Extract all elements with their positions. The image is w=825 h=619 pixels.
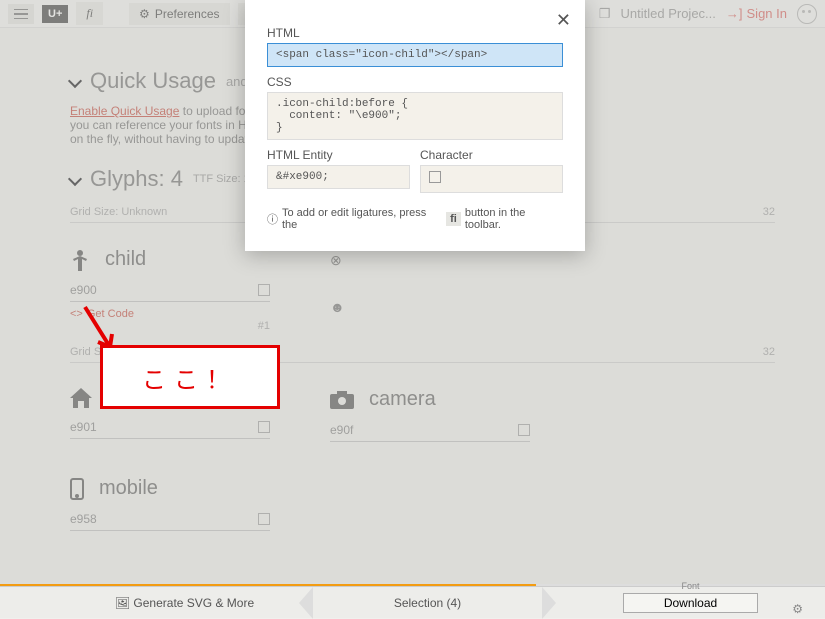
character-label: Character [420, 148, 563, 162]
html-code-input[interactable] [267, 43, 563, 67]
css-code-box[interactable]: .icon-child:before { content: "\e900"; } [267, 92, 563, 140]
download-button[interactable]: Download [623, 593, 758, 613]
font-label: Font [681, 581, 699, 591]
ligature-hint: ⓘ To add or edit ligatures, press the fi… [267, 207, 563, 231]
code-modal: ✕ HTML CSS .icon-child:before { content:… [245, 0, 585, 251]
character-box[interactable] [420, 165, 563, 193]
html-label: HTML [267, 26, 563, 40]
entity-label: HTML Entity [267, 148, 410, 162]
entity-code-box[interactable]: &#xe900; [267, 165, 410, 189]
css-label: CSS [267, 75, 563, 89]
selection-tab[interactable]: Selection (4) [313, 596, 542, 610]
generate-svg-tab[interactable]: 🖼 Generate SVG & More [70, 596, 299, 610]
close-icon[interactable]: ✕ [556, 10, 571, 31]
image-icon: 🖼 [115, 596, 130, 610]
settings-icon[interactable]: ⚙ [792, 602, 803, 616]
fi-button-hint: fi [446, 212, 461, 226]
info-icon: ⓘ [267, 211, 278, 227]
